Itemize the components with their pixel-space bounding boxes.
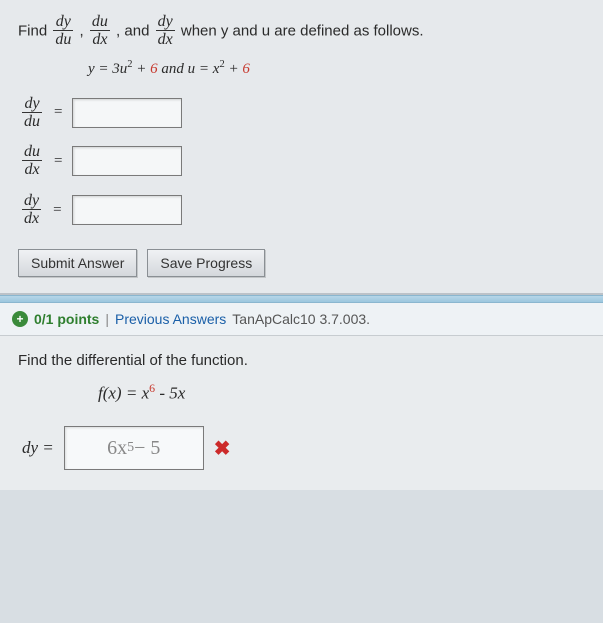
denominator: dx [90,31,110,49]
question-2-panel: Find the differential of the function. f… [0,336,603,490]
text: , and [116,22,154,39]
entered-exp: 5 [127,440,134,456]
u-def-plus: + [225,61,243,77]
answer-input-dy[interactable]: 6x5 − 5 [64,426,204,470]
score-points: 0/1 points [34,311,99,327]
separator-bar [0,295,603,303]
denominator: du [22,113,42,131]
fraction-label: dy dx [22,193,41,228]
q2-answer-row: dy = 6x5 − 5 ✖ [18,426,585,470]
button-row: Submit Answer Save Progress [18,249,585,277]
denominator: dx [22,161,42,179]
entered-lead: 6x [107,437,127,460]
fraction-dy-du: dy du [53,14,73,49]
q1-prompt: Find dy du , du dx , and dy dx when y an… [18,14,585,49]
f-tail: - 5x [155,384,185,403]
numerator: dy [156,14,175,31]
text: Find [18,22,51,39]
answer-row-dy-dx: dy dx = [18,193,585,228]
fraction-dy-dx: dy dx [156,14,175,49]
expand-icon[interactable]: + [12,311,28,327]
answer-row-du-dx: du dx = [18,144,585,179]
wrong-icon: ✖ [214,436,231,461]
text: when y and u are defined as follows. [181,22,424,39]
answer-input-dy-dx[interactable] [72,195,182,225]
dy-equals: dy = [22,438,54,458]
fraction-label: du dx [22,144,42,179]
denominator: dx [156,31,175,49]
numerator: du [22,144,42,161]
score-bar: + 0/1 points | Previous Answers TanApCal… [0,303,603,336]
f-lead: f(x) = x [98,384,149,403]
q2-function-def: f(x) = x6 - 5x [18,381,585,404]
and-text: and [161,61,187,77]
numerator: dy [53,14,73,31]
denominator: du [53,31,73,49]
y-def-plus: + [133,61,151,77]
save-progress-button[interactable]: Save Progress [147,249,265,277]
entered-tail: − 5 [134,437,160,460]
u-def-lead: u = x [188,61,220,77]
answer-input-dy-du[interactable] [72,98,182,128]
score-separator: | [105,311,109,327]
submit-answer-button[interactable]: Submit Answer [18,249,137,277]
y-def-const: 6 [150,61,158,77]
y-def-lead: y = 3u [88,61,127,77]
equals-sign: = [53,202,61,219]
answer-row-dy-du: dy du = [18,96,585,131]
q1-definitions: y = 3u2 + 6 and u = x2 + 6 [18,59,585,78]
numerator: dy [22,193,41,210]
fraction-du-dx: du dx [90,14,110,49]
assignment-reference: TanApCalc10 3.7.003. [232,311,370,327]
equals-sign: = [54,104,62,121]
text: , [80,22,88,39]
equals-sign: = [54,153,62,170]
u-def-const: 6 [242,61,250,77]
numerator: dy [22,96,42,113]
previous-answers-link[interactable]: Previous Answers [115,311,226,327]
answer-input-du-dx[interactable] [72,146,182,176]
denominator: dx [22,210,41,228]
q2-prompt: Find the differential of the function. [18,352,585,369]
numerator: du [90,14,110,31]
question-1-panel: Find dy du , du dx , and dy dx when y an… [0,0,603,295]
fraction-label: dy du [22,96,42,131]
